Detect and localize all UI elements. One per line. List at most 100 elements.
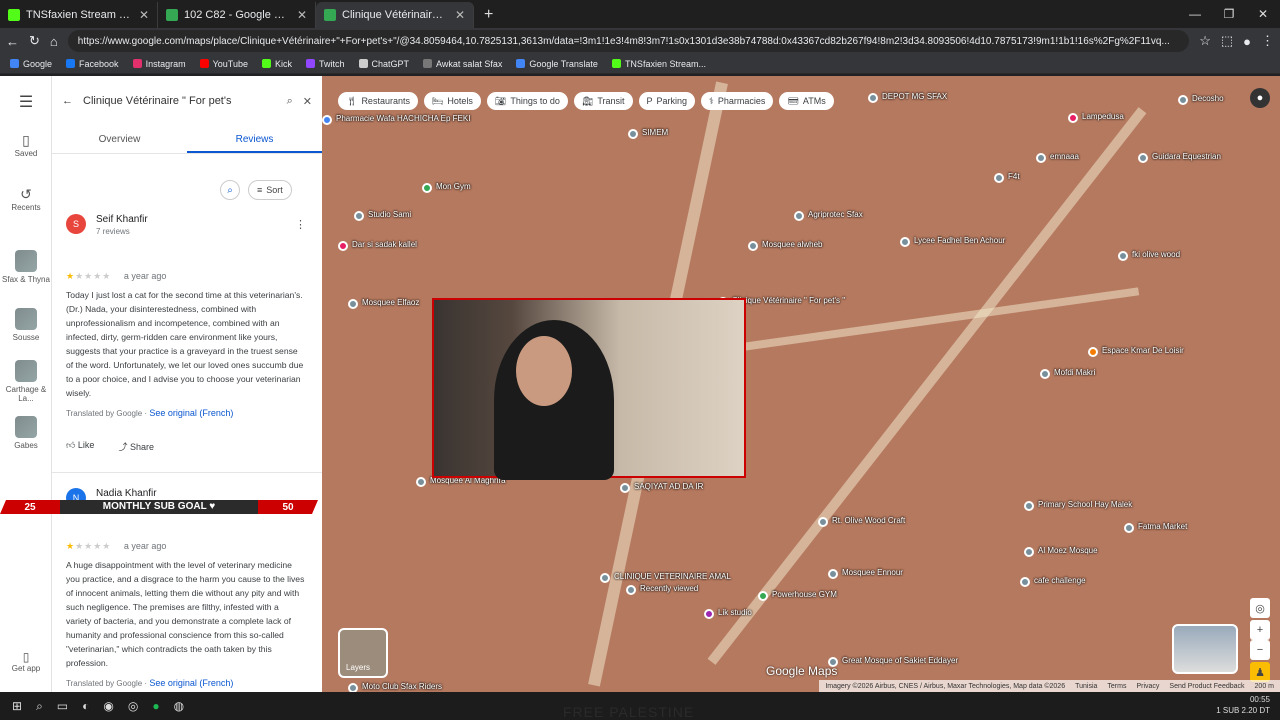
obs-icon[interactable]: ◎: [128, 699, 138, 713]
sort-button[interactable]: ≡ Sort: [248, 180, 292, 200]
place-label[interactable]: Espace Kmar De Loisir: [1102, 346, 1184, 355]
place-pin-icon[interactable]: [794, 211, 804, 221]
bookmark-item[interactable]: Google: [10, 59, 52, 69]
place-pin-icon[interactable]: [322, 115, 332, 125]
bookmark-item[interactable]: Facebook: [66, 59, 119, 69]
place-label[interactable]: Mosquee Ennour: [842, 568, 903, 577]
place-pin-icon[interactable]: [1036, 153, 1046, 163]
footer-item[interactable]: Tunisia: [1075, 683, 1097, 690]
place-pin-icon[interactable]: [422, 183, 432, 193]
star-icon[interactable]: ☆: [1199, 33, 1211, 49]
pegman-icon[interactable]: ♟: [1250, 662, 1270, 682]
place-label[interactable]: Mosquee Elfaoz: [362, 298, 419, 307]
place-pin-icon[interactable]: [1124, 523, 1134, 533]
hamburger-menu-icon[interactable]: ☰: [0, 92, 52, 112]
chip-transit[interactable]: 🚉︎ Transit: [573, 92, 633, 110]
place-label[interactable]: Rt. Olive Wood Craft: [832, 516, 905, 525]
profile-icon[interactable]: ●: [1243, 34, 1251, 49]
saved-button[interactable]: ▯ Saved: [0, 132, 52, 158]
place-label[interactable]: Pharmacie Wafa HACHICHA Ep FEKI: [336, 114, 470, 123]
reload-icon[interactable]: ↻: [29, 33, 40, 49]
place-pin-icon[interactable]: [994, 173, 1004, 183]
place-label[interactable]: emnaaa: [1050, 152, 1079, 161]
place-label[interactable]: CLINIQUE VETERINAIRE AMAL: [614, 572, 731, 581]
see-original-link[interactable]: See original (French): [149, 678, 233, 688]
search-icon[interactable]: ⌕: [36, 699, 43, 714]
start-icon[interactable]: ⊞: [12, 699, 22, 713]
edge-icon[interactable]: ◐: [82, 699, 89, 713]
tab-reviews[interactable]: Reviews: [187, 128, 322, 153]
home-icon[interactable]: ⌂: [50, 34, 58, 49]
place-pin-icon[interactable]: [1138, 153, 1148, 163]
bookmark-item[interactable]: Instagram: [132, 59, 186, 69]
spotify-icon[interactable]: ●: [152, 699, 159, 713]
place-label[interactable]: Guidara Equestrian: [1152, 152, 1221, 161]
bookmark-item[interactable]: ChatGPT: [358, 59, 409, 69]
place-pin-icon[interactable]: [338, 241, 348, 251]
place-pin-icon[interactable]: [868, 93, 878, 103]
extensions-icon[interactable]: ⬚: [1221, 33, 1233, 49]
place-pin-icon[interactable]: [348, 299, 358, 309]
recents-button[interactable]: ↺ Recents: [0, 186, 52, 212]
close-tab-icon[interactable]: ✕: [455, 8, 465, 22]
place-pin-icon[interactable]: [758, 591, 768, 601]
recent-place-2[interactable]: Sousse: [0, 308, 52, 342]
place-pin-icon[interactable]: [1088, 347, 1098, 357]
place-pin-icon[interactable]: [1024, 547, 1034, 557]
chip-restaurants[interactable]: 🍴︎ Restaurants: [338, 92, 418, 110]
close-tab-icon[interactable]: ✕: [297, 8, 307, 22]
zoom-out-button[interactable]: −: [1250, 640, 1270, 660]
footer-item[interactable]: Send Product Feedback: [1169, 683, 1244, 690]
chip-parking[interactable]: P Parking: [638, 92, 696, 110]
steam-icon[interactable]: ◍: [174, 699, 184, 713]
bookmark-item[interactable]: Twitch: [305, 59, 345, 69]
recent-place-4[interactable]: Gabes: [0, 416, 52, 450]
zoom-in-button[interactable]: +: [1250, 620, 1270, 640]
get-app-button[interactable]: ▯ Get app: [0, 650, 52, 673]
footer-item[interactable]: Terms: [1107, 683, 1126, 690]
chip-hotels[interactable]: 🛏︎ Hotels: [423, 92, 481, 110]
place-label[interactable]: Agriprotec Sfax: [808, 210, 863, 219]
search-icon[interactable]: ⌕: [287, 95, 293, 108]
place-label[interactable]: Decosho: [1192, 94, 1224, 103]
tab-overview[interactable]: Overview: [52, 128, 187, 153]
discord-icon[interactable]: ◉: [103, 699, 113, 713]
share-button[interactable]: ⤴ Share: [118, 440, 154, 453]
place-pin-icon[interactable]: [828, 569, 838, 579]
place-label[interactable]: fki olive wood: [1132, 250, 1180, 259]
place-label[interactable]: cafe challenge: [1034, 576, 1086, 585]
browser-tab-1[interactable]: TNSfaxien Stream - Watch Live on ✕: [0, 2, 158, 28]
place-pin-icon[interactable]: [354, 211, 364, 221]
chip-atms[interactable]: 💳︎ ATMs: [779, 92, 834, 110]
new-tab-icon[interactable]: +: [474, 2, 503, 28]
maximize-icon[interactable]: ❐: [1212, 7, 1246, 21]
place-pin-icon[interactable]: [748, 241, 758, 251]
footer-item[interactable]: 200 m: [1255, 683, 1274, 690]
place-label[interactable]: Mon Gym: [436, 182, 471, 191]
browser-tab-3[interactable]: Clinique Vétérinaire " For pet's " - ✕: [316, 2, 474, 28]
place-label[interactable]: Primary School Hay Malek: [1038, 500, 1132, 509]
place-label[interactable]: Lycee Fadhel Ben Achour: [914, 236, 1005, 245]
chip-pharmacies[interactable]: ⚕ Pharmacies: [701, 92, 774, 110]
close-window-icon[interactable]: ✕: [1246, 7, 1280, 21]
place-label[interactable]: F4t: [1008, 172, 1020, 181]
recent-place-3[interactable]: Carthage & La...: [0, 360, 52, 403]
footer-item[interactable]: Privacy: [1136, 683, 1159, 690]
place-label[interactable]: Moto Club Sfax Riders: [362, 682, 442, 691]
search-box[interactable]: ← Clinique Vétérinaire " For pet's ⌕ ✕: [62, 86, 312, 116]
place-pin-icon[interactable]: [628, 129, 638, 139]
chip-things-to-do[interactable]: 📷︎ Things to do: [486, 92, 568, 110]
reviewer-name[interactable]: Nadia Khanfir: [96, 488, 157, 499]
recent-place-1[interactable]: Sfax & Thyna: [0, 250, 52, 284]
close-icon[interactable]: ✕: [303, 95, 312, 108]
close-tab-icon[interactable]: ✕: [139, 8, 149, 22]
place-label[interactable]: DEPOT MG SFAX: [882, 92, 947, 101]
place-pin-icon[interactable]: [1178, 95, 1188, 105]
file-explorer-icon[interactable]: ▭: [57, 699, 68, 713]
place-pin-icon[interactable]: [704, 609, 714, 619]
search-query[interactable]: Clinique Vétérinaire " For pet's: [83, 95, 277, 107]
street-view-preview[interactable]: [1172, 624, 1238, 674]
clock-time[interactable]: 00:55: [1216, 694, 1270, 705]
place-label[interactable]: Lampedusa: [1082, 112, 1124, 121]
reviewer-name[interactable]: Seif Khanfir: [96, 214, 148, 225]
